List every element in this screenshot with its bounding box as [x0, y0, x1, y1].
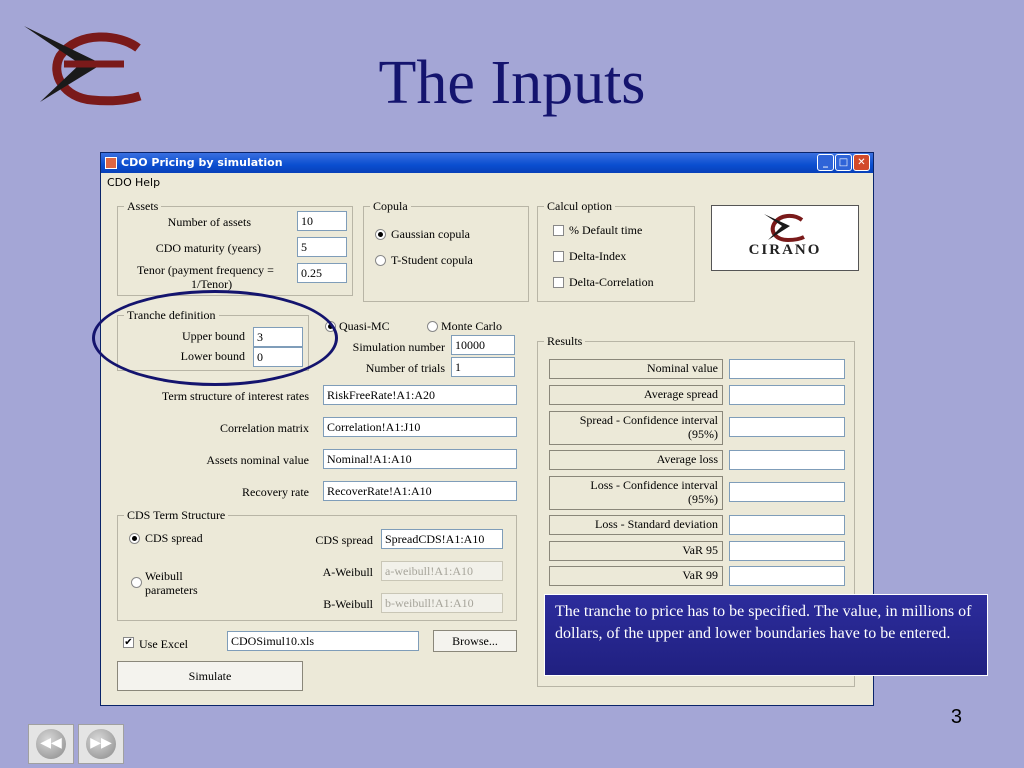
delta-correlation-label: Delta-Correlation	[569, 275, 654, 289]
loss-standard-deviation-label: Loss - Standard deviation	[549, 515, 723, 535]
gaussian-copula-radio[interactable]	[375, 229, 386, 240]
tenor-label-line2: 1/Tenor)	[191, 277, 233, 291]
explanation-note: The tranche to price has to be specified…	[544, 594, 988, 676]
b-weibull-label: B-Weibull	[323, 597, 373, 611]
number-of-assets-label: Number of assets	[167, 215, 251, 229]
recovery-rate-label: Recovery rate	[242, 485, 309, 499]
monte-carlo-radio[interactable]	[427, 321, 438, 332]
cirano-logo: CIRANO	[711, 205, 859, 271]
nominal-value-output[interactable]	[729, 359, 845, 379]
var-95-output[interactable]	[729, 541, 845, 561]
term-structure-input[interactable]: RiskFreeRate!A1:A20	[323, 385, 517, 405]
b-weibull-input[interactable]: b-weibull!A1:A10	[381, 593, 503, 613]
upper-bound-label: Upper bound	[182, 329, 245, 343]
calcul-option-label: Calcul option	[544, 199, 615, 214]
term-structure-label: Term structure of interest rates	[161, 389, 309, 403]
monte-carlo-label: Monte Carlo	[441, 319, 502, 333]
weibull-radio-label-line2: parameters	[145, 583, 198, 597]
menu-cdo[interactable]: CDO	[107, 176, 132, 189]
simulation-number-label: Simulation number	[352, 340, 445, 354]
weibull-radio[interactable]	[131, 577, 142, 588]
spread-ci-line1: Spread - Confidence interval	[579, 413, 718, 427]
delta-index-checkbox[interactable]	[553, 251, 564, 262]
number-of-assets-input[interactable]: 10	[297, 211, 347, 231]
excel-file-input[interactable]: CDOSimul10.xls	[227, 631, 419, 651]
ce-logo-icon	[24, 26, 142, 106]
app-icon	[105, 157, 117, 169]
close-button[interactable]: ✕	[853, 154, 870, 171]
nominal-value-label: Nominal value	[549, 359, 723, 379]
number-of-trials-input[interactable]: 1	[451, 357, 515, 377]
maturity-input[interactable]: 5	[297, 237, 347, 257]
upper-bound-input[interactable]: 3	[253, 327, 303, 347]
recovery-rate-input[interactable]: RecoverRate!A1:A10	[323, 481, 517, 501]
delta-index-label: Delta-Index	[569, 249, 627, 263]
cds-spread-label: CDS spread	[315, 533, 373, 547]
quasi-mc-label: Quasi-MC	[339, 319, 390, 333]
var-99-output[interactable]	[729, 566, 845, 586]
default-time-label: % Default time	[569, 223, 643, 237]
window-title: CDO Pricing by simulation	[121, 156, 283, 169]
rewind-icon: ◀◀	[36, 729, 66, 759]
assets-nominal-label: Assets nominal value	[206, 453, 309, 467]
cds-spread-radio[interactable]	[129, 533, 140, 544]
number-of-trials-label: Number of trials	[365, 361, 445, 375]
a-weibull-label: A-Weibull	[322, 565, 373, 579]
menu-bar: CDO Help	[101, 173, 873, 191]
title-bar[interactable]: CDO Pricing by simulation _ □ ✕	[101, 153, 873, 173]
var-95-label: VaR 95	[549, 541, 723, 561]
default-time-checkbox[interactable]	[553, 225, 564, 236]
lower-bound-label: Lower bound	[180, 349, 245, 363]
spread-confidence-interval-output[interactable]	[729, 417, 845, 437]
loss-confidence-interval-label: Loss - Confidence interval (95%)	[549, 476, 723, 510]
loss-ci-line2: (95%)	[688, 492, 718, 506]
var-99-label: VaR 99	[549, 566, 723, 586]
cirano-logo-text: CIRANO	[748, 242, 822, 258]
results-label: Results	[544, 334, 586, 349]
cirano-ce-icon	[764, 213, 805, 242]
average-loss-label: Average loss	[549, 450, 723, 470]
slide-number: 3	[950, 706, 962, 728]
tenor-input[interactable]: 0.25	[297, 263, 347, 283]
cds-spread-input[interactable]: SpreadCDS!A1:A10	[381, 529, 503, 549]
minimize-button[interactable]: _	[817, 154, 834, 171]
average-loss-output[interactable]	[729, 450, 845, 470]
cds-spread-radio-label: CDS spread	[145, 531, 203, 545]
weibull-radio-label: Weibull	[145, 569, 183, 583]
menu-help[interactable]: Help	[135, 176, 160, 189]
browse-button[interactable]: Browse...	[433, 630, 517, 652]
simulation-number-input[interactable]: 10000	[451, 335, 515, 355]
delta-correlation-checkbox[interactable]	[553, 277, 564, 288]
slide-title: The Inputs	[378, 49, 646, 117]
gaussian-copula-label: Gaussian copula	[391, 227, 470, 241]
use-excel-label: Use Excel	[139, 637, 188, 651]
assets-nominal-input[interactable]: Nominal!A1:A10	[323, 449, 517, 469]
maximize-button[interactable]: □	[835, 154, 852, 171]
assets-group-label: Assets	[124, 199, 162, 214]
use-excel-checkbox[interactable]: ✔	[123, 637, 134, 648]
cds-term-structure-label: CDS Term Structure	[124, 508, 229, 523]
loss-standard-deviation-output[interactable]	[729, 515, 845, 535]
lower-bound-input[interactable]: 0	[253, 347, 303, 367]
quasi-mc-radio[interactable]	[325, 321, 336, 332]
correlation-matrix-input[interactable]: Correlation!A1:J10	[323, 417, 517, 437]
loss-confidence-interval-output[interactable]	[729, 482, 845, 502]
tstudent-copula-label: T-Student copula	[391, 253, 473, 267]
a-weibull-input[interactable]: a-weibull!A1:A10	[381, 561, 503, 581]
spread-confidence-interval-label: Spread - Confidence interval (95%)	[549, 411, 723, 445]
tstudent-copula-radio[interactable]	[375, 255, 386, 266]
fast-forward-icon: ▶▶	[86, 729, 116, 759]
tenor-label: Tenor (payment frequency =	[137, 263, 274, 277]
spread-ci-line2: (95%)	[688, 427, 718, 441]
loss-ci-line1: Loss - Confidence interval	[590, 478, 718, 492]
tranche-definition-label: Tranche definition	[124, 308, 219, 323]
simulate-button[interactable]: Simulate	[117, 661, 303, 691]
average-spread-output[interactable]	[729, 385, 845, 405]
previous-slide-button[interactable]: ◀◀	[28, 724, 74, 764]
maturity-label: CDO maturity (years)	[155, 241, 261, 255]
correlation-matrix-label: Correlation matrix	[220, 421, 309, 435]
copula-group-label: Copula	[370, 199, 411, 214]
average-spread-label: Average spread	[549, 385, 723, 405]
next-slide-button[interactable]: ▶▶	[78, 724, 124, 764]
